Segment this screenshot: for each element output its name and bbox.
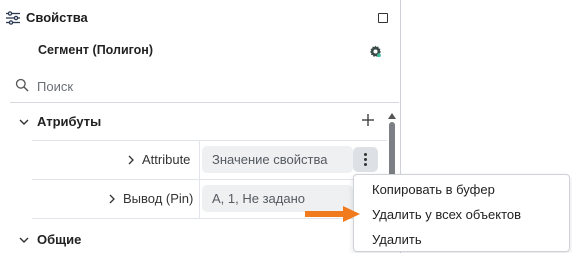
property-value: A, 1, Не задано [212,191,305,206]
property-value-field[interactable]: Значение свойства [202,146,353,173]
chevron-down-icon [19,119,29,125]
add-icon[interactable] [361,113,375,127]
more-options-button[interactable] [353,147,378,172]
property-label: Attribute [142,152,191,167]
panel-header: Свойства [0,0,400,36]
section-general[interactable]: Общие [0,228,385,252]
pointer-arrow-icon [305,206,360,222]
menu-item-delete-all[interactable]: Удалить у всех объектов [372,207,521,222]
column-divider [199,180,200,218]
gear-icon[interactable] [369,45,382,58]
maximize-icon[interactable] [378,13,388,23]
property-value: Значение свойства [212,152,328,167]
context-menu: Копировать в буфер Удалить у всех объект… [353,174,570,252]
dot [364,163,367,166]
column-divider [199,141,200,179]
search-icon [15,78,29,92]
scroll-up-icon[interactable] [388,113,396,119]
dot [364,153,367,156]
chevron-right-icon[interactable] [108,194,116,204]
panel-title: Свойства [26,10,88,25]
dot [364,158,367,161]
property-row-attribute: Attribute Значение свойства [32,141,387,179]
search-bar[interactable]: Поиск [0,70,400,102]
chevron-right-icon[interactable] [127,155,135,165]
section-label: Атрибуты [37,114,102,129]
menu-item-copy[interactable]: Копировать в буфер [372,182,495,197]
property-label: Вывод (Pin) [123,191,194,206]
search-input[interactable]: Поиск [37,79,73,94]
section-attributes[interactable]: Атрибуты [0,110,385,134]
chevron-down-icon [19,237,29,243]
divider [10,102,399,103]
menu-item-delete[interactable]: Удалить [372,232,422,247]
sliders-icon [6,11,20,25]
section-label: Общие [37,232,82,247]
segment-title: Сегмент (Полигон) [38,43,154,57]
